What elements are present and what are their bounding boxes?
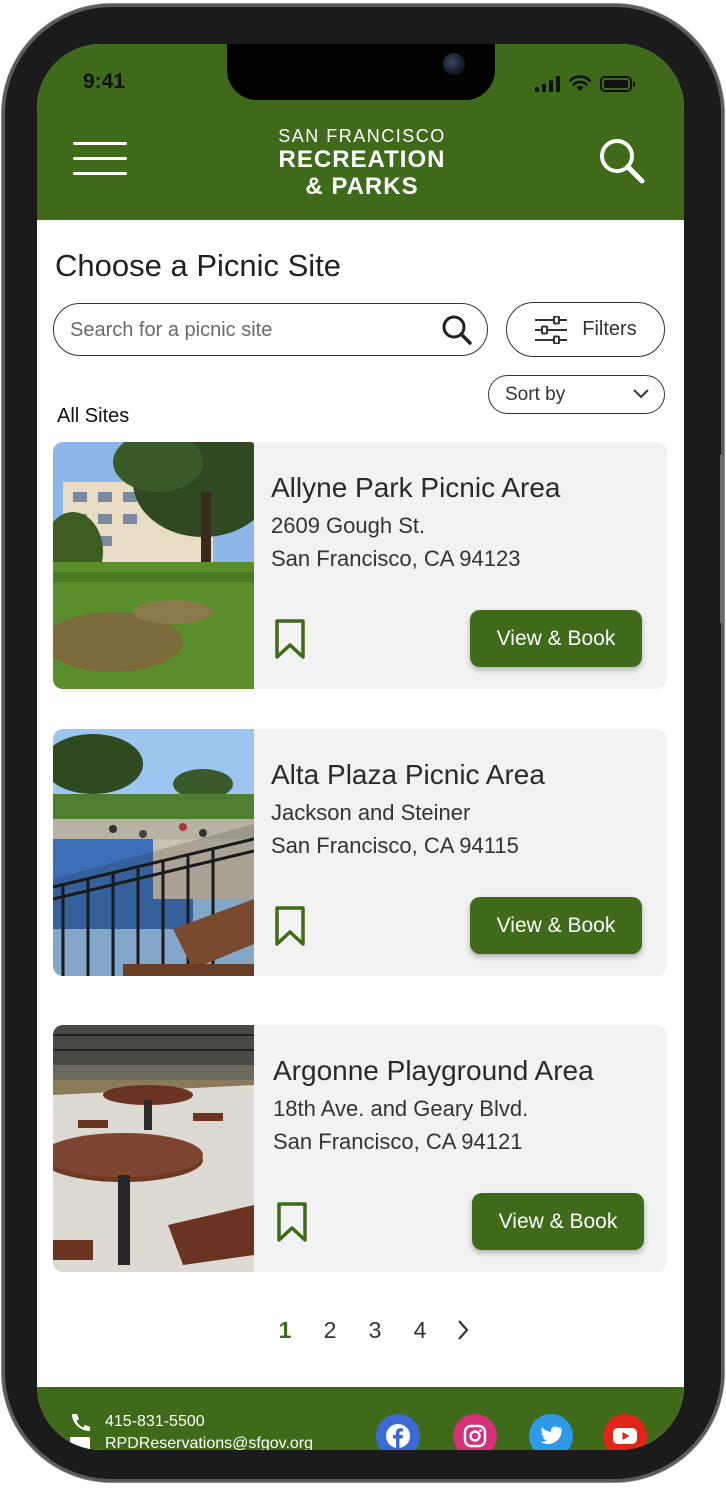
app-header: 9:41 SAN FRANCISCO RECREATION & PARKS [37, 44, 684, 220]
pagination: 1 2 3 4 [275, 1312, 471, 1348]
status-time: 9:41 [83, 70, 126, 93]
site-address-line1: 2609 Gough St. [271, 513, 426, 538]
filters-label: Filters [582, 318, 637, 340]
sort-label: Sort by [505, 384, 566, 405]
chevron-right-icon[interactable] [455, 1318, 471, 1342]
menu-button[interactable] [73, 142, 127, 176]
bookmark-icon[interactable] [275, 1201, 309, 1243]
footer-email-address: RPDReservations@sfgov.org [105, 1435, 314, 1450]
phone-frame: 9:41 SAN FRANCISCO RECREATION & PARKS Ch… [2, 4, 724, 1482]
site-address-line2: San Francisco, CA 94115 [271, 833, 519, 858]
filters-button[interactable]: Filters [506, 302, 665, 357]
search-input[interactable] [70, 316, 430, 344]
instagram-link[interactable] [453, 1414, 497, 1450]
bookmark-icon[interactable] [273, 905, 307, 947]
page-title: Choose a Picnic Site [55, 248, 342, 283]
search-submit-button[interactable] [441, 314, 473, 346]
notch [227, 44, 495, 100]
footer-phone[interactable]: 415-831-5500 [69, 1412, 205, 1432]
youtube-link[interactable] [603, 1414, 647, 1450]
site-photo[interactable] [53, 442, 254, 689]
logo-line1: SAN FRANCISCO [278, 126, 446, 146]
bookmark-icon[interactable] [273, 618, 307, 660]
battery-icon [600, 76, 635, 92]
footer: 415-831-5500 RPDReservations@sfgov.org [37, 1387, 684, 1450]
instagram-icon [463, 1424, 487, 1448]
status-icons [535, 74, 635, 92]
search-icon [600, 139, 645, 184]
page-link-3[interactable]: 3 [365, 1317, 385, 1344]
logo[interactable]: SAN FRANCISCO RECREATION & PARKS [257, 126, 467, 200]
view-book-button[interactable]: View & Book [470, 610, 642, 667]
facebook-icon [386, 1424, 410, 1448]
sliders-icon [535, 315, 568, 344]
chevron-down-icon [633, 389, 649, 399]
site-name: Alta Plaza Picnic Area [271, 759, 545, 790]
page-link-2[interactable]: 2 [320, 1317, 340, 1344]
site-photo[interactable] [53, 1025, 254, 1272]
view-book-button[interactable]: View & Book [470, 897, 642, 954]
logo-line2: RECREATION [278, 146, 446, 173]
power-button [720, 454, 724, 624]
page-link-1[interactable]: 1 [275, 1317, 295, 1344]
site-name: Allyne Park Picnic Area [271, 472, 561, 503]
search-icon [442, 315, 472, 345]
signal-icon [535, 76, 560, 92]
page-link-4[interactable]: 4 [410, 1317, 430, 1344]
mail-icon [70, 1437, 90, 1450]
site-address-line2: San Francisco, CA 94121 [273, 1129, 523, 1154]
sort-dropdown[interactable]: Sort by [488, 375, 665, 414]
site-address-line1: Jackson and Steiner [271, 800, 471, 825]
footer-email[interactable]: RPDReservations@sfgov.org [69, 1435, 313, 1450]
phone-icon [72, 1414, 90, 1431]
youtube-icon [613, 1428, 637, 1444]
wifi-icon [568, 75, 592, 91]
site-photo[interactable] [53, 729, 254, 976]
camera-icon [443, 53, 465, 75]
site-address-line1: 18th Ave. and Geary Blvd. [273, 1096, 529, 1121]
site-card: Alta Plaza Picnic Area Jackson and Stein… [53, 729, 667, 976]
twitter-link[interactable] [529, 1414, 573, 1450]
screen: 9:41 SAN FRANCISCO RECREATION & PARKS Ch… [37, 44, 684, 1450]
site-card: Argonne Playground Area 18th Ave. and Ge… [53, 1025, 667, 1272]
footer-phone-number: 415-831-5500 [105, 1413, 205, 1430]
facebook-link[interactable] [376, 1414, 420, 1450]
header-search-button[interactable] [597, 136, 647, 186]
logo-line3: & PARKS [305, 173, 419, 200]
view-book-button[interactable]: View & Book [472, 1193, 644, 1250]
site-card: Allyne Park Picnic Area 2609 Gough St. S… [53, 442, 667, 689]
search-field[interactable] [53, 303, 488, 356]
twitter-icon [540, 1426, 563, 1445]
site-address-line2: San Francisco, CA 94123 [271, 546, 521, 571]
section-label: All Sites [57, 405, 130, 427]
site-name: Argonne Playground Area [273, 1055, 594, 1086]
